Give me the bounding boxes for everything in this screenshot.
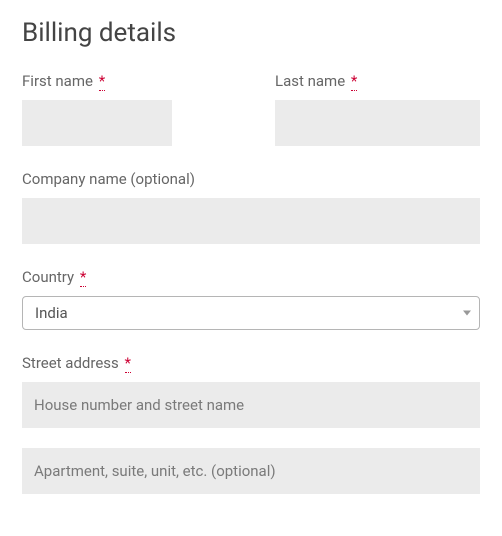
country-select-value: India [35,304,68,322]
street-address-2-input[interactable] [22,448,480,494]
country-label: Country * [22,268,480,286]
required-marker: * [351,72,357,91]
country-label-text: Country [22,268,74,286]
first-name-label-text: First name [22,72,93,90]
company-field: Company name (optional) [22,170,480,244]
required-marker: * [80,268,86,287]
company-label: Company name (optional) [22,170,480,188]
required-marker: * [99,72,105,91]
street-address-1-input[interactable] [22,382,480,428]
page-title: Billing details [22,18,480,48]
required-marker: * [125,354,131,373]
name-row: First name * Last name * [22,72,480,146]
last-name-label-text: Last name [275,72,345,90]
company-input[interactable] [22,198,480,244]
last-name-label: Last name * [275,72,480,90]
first-name-label: First name * [22,72,227,90]
street-label: Street address * [22,354,480,372]
country-select[interactable]: India [22,296,480,330]
first-name-field: First name * [22,72,227,146]
first-name-input[interactable] [22,100,172,146]
last-name-input[interactable] [275,100,480,146]
last-name-field: Last name * [275,72,480,146]
chevron-down-icon [463,311,471,316]
street-field: Street address * [22,354,480,494]
country-field: Country * India [22,268,480,330]
street-label-text: Street address [22,354,119,372]
